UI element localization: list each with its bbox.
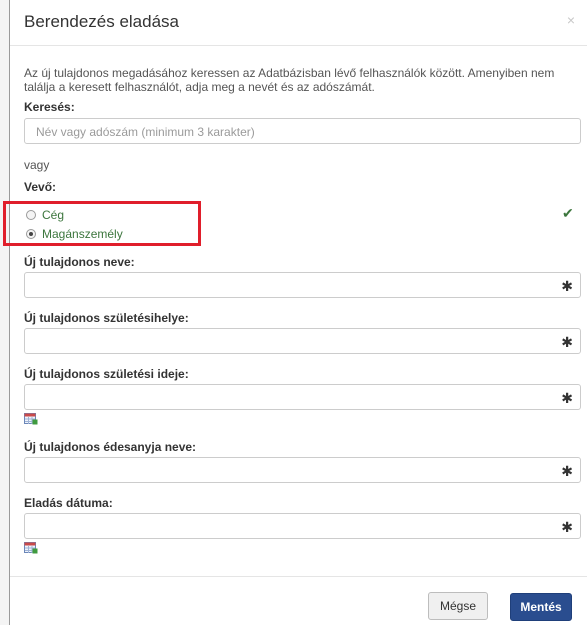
field-label-sale-date: Eladás dátuma: xyxy=(24,496,113,510)
search-placeholder: Név vagy adószám (minimum 3 karakter) xyxy=(36,125,255,139)
search-input[interactable]: Név vagy adószám (minimum 3 karakter) xyxy=(24,118,581,144)
birthplace-input[interactable]: ✱ xyxy=(24,328,581,354)
buyer-label: Vevő: xyxy=(24,180,57,194)
dialog-footer: Mégse Mentés xyxy=(10,576,587,626)
background-edge xyxy=(0,0,10,625)
or-text: vagy xyxy=(24,158,50,172)
dialog-title: Berendezés eladása xyxy=(24,12,180,31)
field-label-birthdate: Új tulajdonos születési ideje: xyxy=(24,367,189,381)
required-icon: ✱ xyxy=(561,278,573,294)
owner-name-input[interactable]: ✱ xyxy=(24,272,581,298)
required-icon: ✱ xyxy=(561,390,573,406)
checkmark-icon: ✔ xyxy=(562,205,574,221)
calendar-icon[interactable] xyxy=(24,413,38,425)
sale-date-input[interactable]: ✱ xyxy=(24,513,581,539)
search-label: Keresés: xyxy=(24,100,75,114)
cancel-button[interactable]: Mégse xyxy=(428,592,488,620)
dialog-header: Berendezés eladása × xyxy=(10,0,587,46)
required-icon: ✱ xyxy=(561,334,573,350)
required-icon: ✱ xyxy=(561,463,573,479)
highlight-annotation xyxy=(3,201,201,246)
required-icon: ✱ xyxy=(561,519,573,535)
field-label-owner-name: Új tulajdonos neve: xyxy=(24,255,135,269)
field-label-birthplace: Új tulajdonos születésihelye: xyxy=(24,311,189,325)
intro-text: Az új tulajdonos megadásához keressen az… xyxy=(24,66,555,94)
birthdate-input[interactable]: ✱ xyxy=(24,384,581,410)
save-button[interactable]: Mentés xyxy=(510,593,572,621)
field-label-mother-name: Új tulajdonos édesanyja neve: xyxy=(24,440,197,454)
sell-equipment-dialog: Berendezés eladása × Az új tulajdonos me… xyxy=(10,0,587,625)
calendar-icon[interactable] xyxy=(24,542,38,554)
mother-name-input[interactable]: ✱ xyxy=(24,457,581,483)
close-icon[interactable]: × xyxy=(567,12,575,28)
